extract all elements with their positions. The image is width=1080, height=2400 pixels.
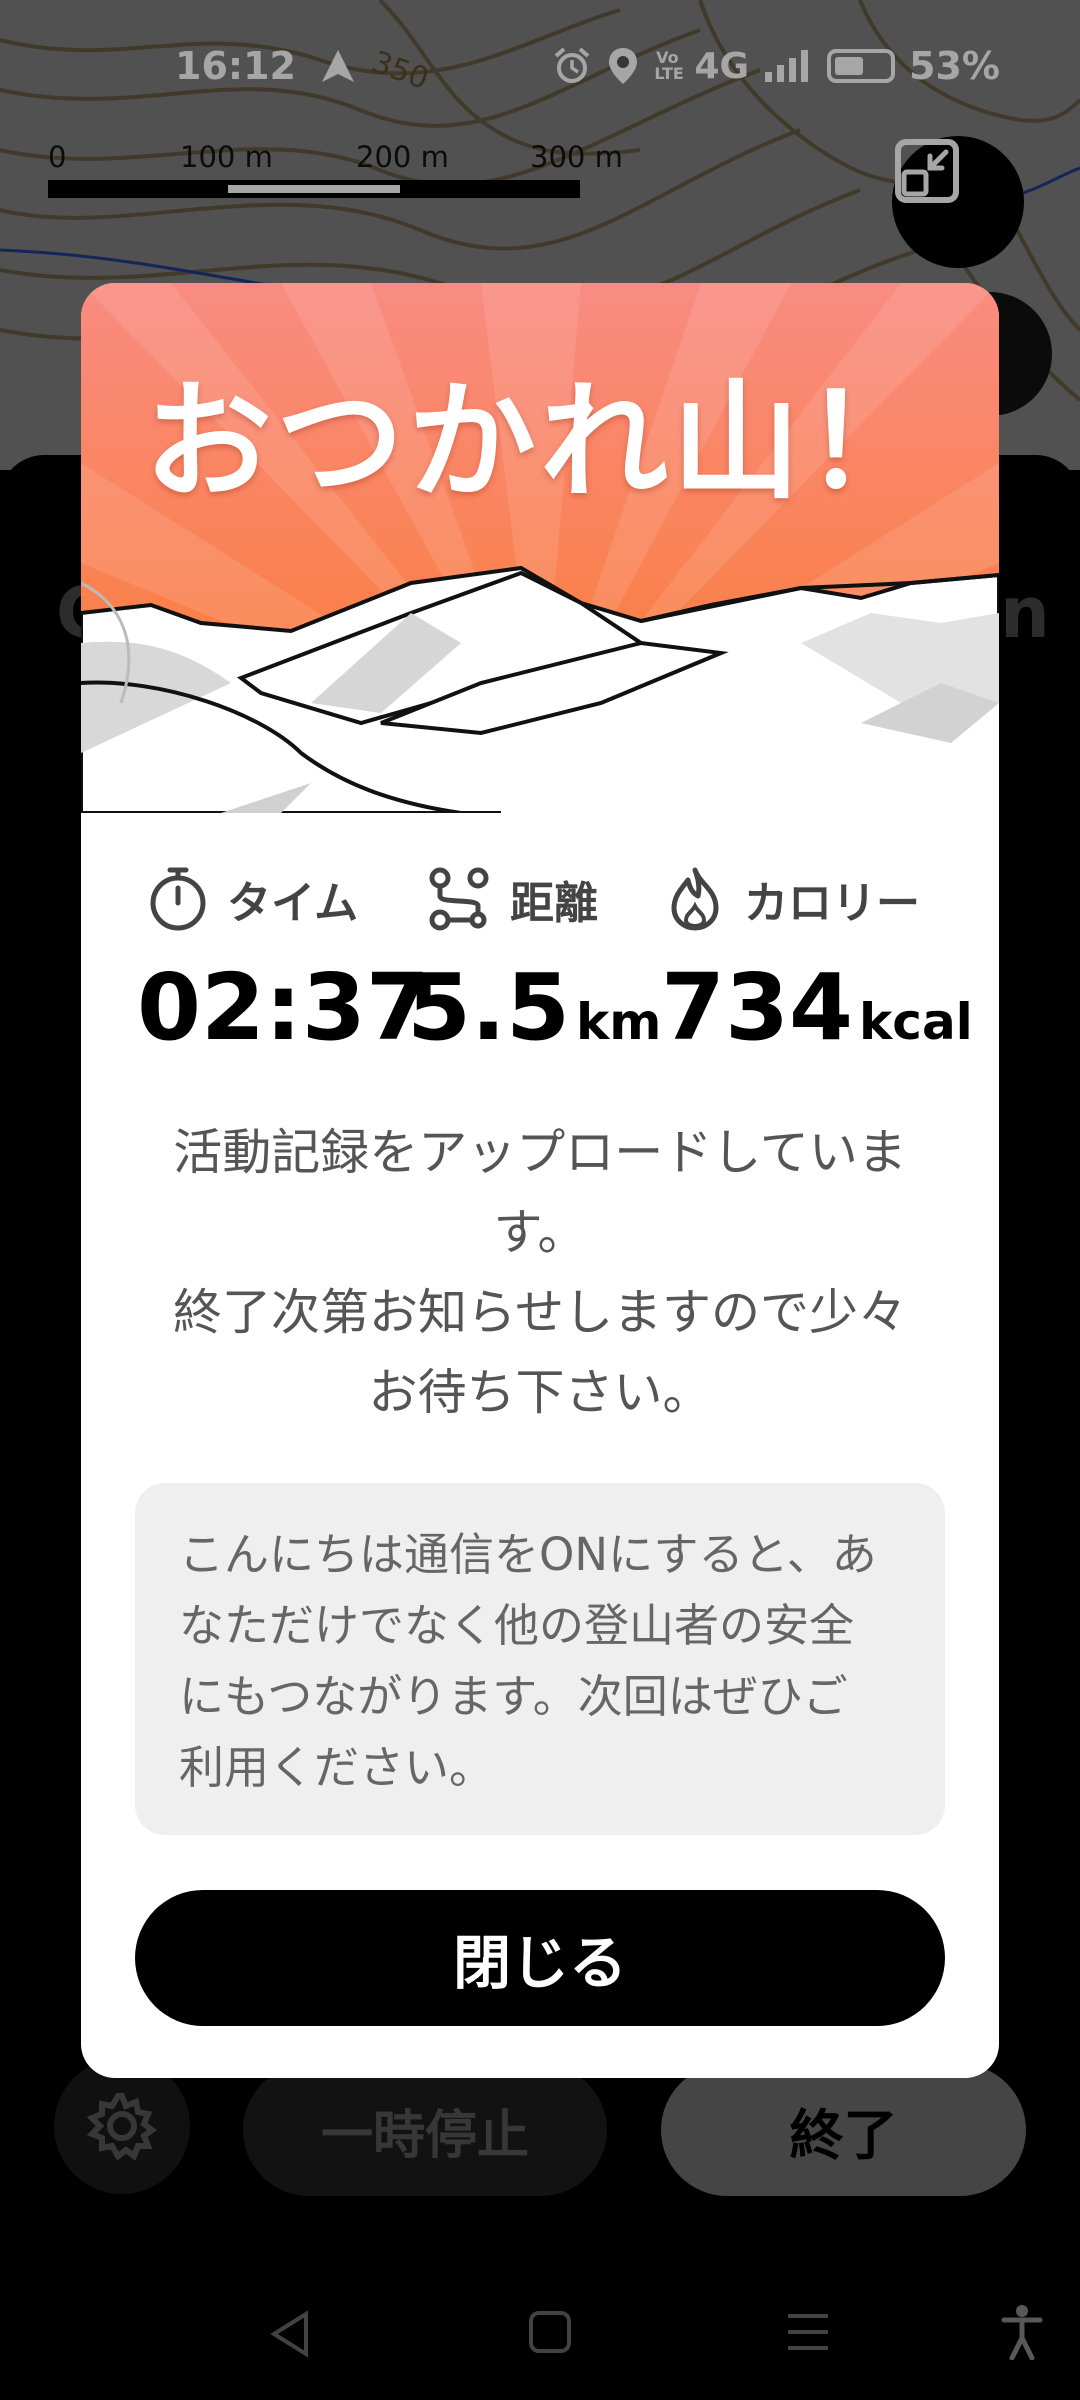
upload-message: 活動記録をアップロードしていま す。 終了次第お知らせしますので少々 お待ち下さ… (121, 1113, 959, 1433)
message-line: 終了次第お知らせしますので少々 (172, 1284, 908, 1341)
stat-time-label-text: タイム (227, 878, 359, 929)
dialog-title: おつかれ山！ (143, 368, 936, 517)
connectivity-note: こんにちは通信をONにすると、あ なただけでなく他の登山者の安全 にもつながりま… (135, 1483, 945, 1835)
note-line: なただけでなく他の登山者の安全 (179, 1599, 855, 1652)
message-line: す。 (493, 1204, 587, 1261)
stat-distance-label-text: 距離 (510, 878, 598, 929)
time-value: 02:37 (137, 954, 430, 1061)
flame-icon (671, 867, 719, 931)
stat-distance-label: 距離 (426, 859, 598, 939)
distance-unit: km (575, 993, 662, 1051)
message-line: 活動記録をアップロードしていま (173, 1124, 907, 1181)
stat-time-value: 02:37 (137, 954, 430, 1061)
completion-dialog: おつかれ山！ タイム 距離 カロリー 02:37 5.5 km 734 kcal… (81, 283, 999, 2078)
calories-unit: kcal (859, 993, 973, 1051)
stat-calories-label: カロリー (664, 859, 920, 939)
stat-distance-value: 5.5 km (407, 954, 661, 1061)
note-line: 利用ください。 (179, 1741, 495, 1794)
note-line: にもつながります。次回はぜひご (179, 1670, 848, 1723)
hero-banner: おつかれ山！ (81, 283, 999, 813)
stat-calories-value: 734 kcal (661, 954, 973, 1061)
stopwatch-icon (150, 867, 206, 931)
stat-calories-label-text: カロリー (744, 878, 920, 929)
stat-time-label: タイム (147, 859, 358, 939)
note-line: こんにちは通信をONにすると、あ (179, 1528, 877, 1581)
close-button[interactable]: 閉じる (135, 1890, 945, 2026)
message-line: お待ち下さい。 (368, 1364, 712, 1421)
activity-stats: タイム 距離 カロリー 02:37 5.5 km 734 kcal (81, 859, 999, 1061)
route-icon (429, 867, 489, 931)
calories-value: 734 (661, 954, 854, 1061)
distance-value: 5.5 (407, 954, 570, 1061)
